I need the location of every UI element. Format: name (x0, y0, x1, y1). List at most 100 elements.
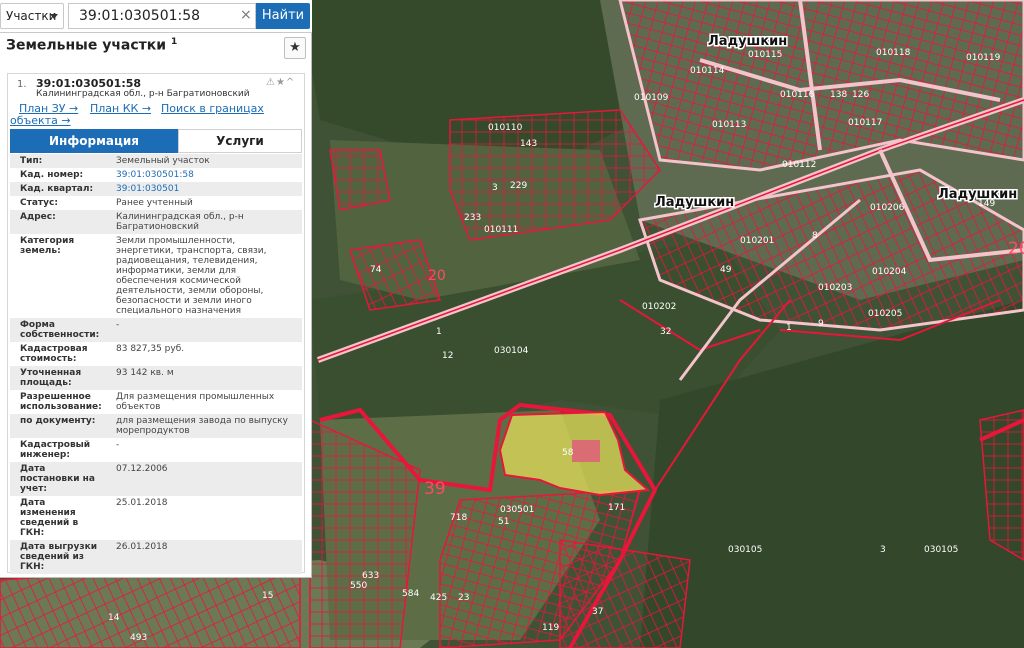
parcel-label: 030105 (728, 545, 762, 555)
parcel-block[interactable] (329, 149, 391, 211)
plan-kk-link[interactable]: План КК → (90, 102, 151, 115)
favorites-button[interactable]: ★ (284, 37, 306, 59)
item-number: 1. (17, 79, 27, 90)
attribute-key: Кадастровый инженер: (20, 440, 112, 460)
parcel-label: 1 (786, 323, 792, 333)
chevron-down-icon (50, 14, 58, 19)
attribute-key: Тип: (20, 156, 112, 166)
attribute-value-line: Земли промышленности, (116, 236, 236, 246)
parcel-label: 718 (450, 513, 467, 523)
attribute-key-line: по документу: (20, 416, 96, 426)
attribute-value-line: 39:01:030501 (116, 184, 180, 194)
attribute-value-link[interactable]: 39:01:030501:58 (116, 170, 300, 180)
attribute-key: Статус: (20, 198, 112, 208)
clear-icon[interactable]: × (240, 8, 252, 22)
attribute-row: по документу: для размещения завода по вы… (10, 414, 302, 438)
parcel-label: 010118 (876, 48, 911, 58)
attribute-value: 26.01.2018 (116, 542, 300, 552)
attribute-value: 25.01.2018 (116, 498, 300, 508)
parcel-label: 171 (608, 503, 625, 513)
results-panel: Земельные участки 1 ★ 1. 39:01:030501:58… (0, 33, 312, 578)
parcel-label: 229 (510, 181, 527, 191)
town-label: Ладушкин (655, 195, 734, 210)
attribute-key-line: Дата выгрузки (20, 542, 98, 552)
attribute-value: Земельный участок (116, 156, 300, 166)
attribute-value: Для размещения промышленных объектов (116, 392, 300, 412)
road-number: 39 (424, 479, 446, 499)
search-bar: Участки 39:01:030501:58 × Найти (0, 0, 312, 33)
attribute-value-line: Калининградская обл., р-н (116, 212, 244, 222)
attribute-key-line: Тип: (20, 156, 43, 166)
attribute-key-line: Форма (20, 320, 55, 330)
attribute-value: - (116, 320, 300, 330)
attribute-value-link[interactable]: 39:01:030501 (116, 184, 300, 194)
attribute-key-line: учет: (20, 484, 47, 494)
attribute-value-line: информатики, земли для (116, 266, 237, 276)
tab-services[interactable]: Услуги (178, 129, 302, 153)
attribute-value-line: Багратионовский (116, 222, 200, 232)
attribute-value: для размещения завода по выпуску морепрод… (116, 416, 300, 436)
search-in-bounds-link[interactable]: Поиск в границах (161, 102, 264, 115)
attribute-key-line: ГКН: (20, 562, 45, 572)
search-type-label: Участки (6, 9, 57, 23)
parcel-label: 010203 (818, 283, 852, 293)
search-input[interactable]: 39:01:030501:58 (68, 3, 256, 29)
parcel-label: 010201 (740, 236, 774, 246)
attribute-value-line: Для размещения промышленных (116, 392, 275, 402)
parcel-label: 010205 (868, 309, 902, 319)
attribute-key: Форма собственности: (20, 320, 112, 340)
parcel-label: 149 (978, 199, 995, 209)
search-in-bounds-link-cont[interactable]: объекта → (10, 114, 71, 127)
parcel-address-subtitle: Калининградская обл., р-н Багратионовски… (36, 89, 250, 99)
parcel-label: 14 (108, 613, 120, 623)
parcel-label: 143 (520, 139, 537, 149)
parcel-label: 010113 (712, 120, 746, 130)
attribute-key-line: использование: (20, 402, 102, 412)
attribute-key: Дата выгрузки сведений из ГКН: (20, 542, 112, 572)
tab-information[interactable]: Информация (10, 129, 178, 153)
attribute-key-line: Кадастровый (20, 440, 91, 450)
parcel-label: 49 (720, 265, 732, 275)
attribute-value-line: для размещения завода по выпуску (116, 416, 288, 426)
attribute-row: Кад. квартал: 39:01:030501 (10, 182, 302, 196)
attribute-key: Категория земель: (20, 236, 112, 256)
attribute-key: Разрешенное использование: (20, 392, 112, 412)
attribute-value-line: - (116, 320, 120, 330)
search-type-select[interactable]: Участки (0, 3, 64, 29)
panel-title: Земельные участки 1 (6, 37, 177, 54)
attribute-value-line: морепродуктов (116, 426, 190, 436)
parcel-label: 010112 (782, 160, 816, 170)
parcel-block[interactable] (618, 0, 1024, 172)
parcel-card: 1. 39:01:030501:58 Калининградская обл.,… (7, 73, 305, 574)
warning-icon[interactable]: ⚠★^ (266, 77, 295, 88)
parcel-label: 119 (542, 623, 559, 633)
attribute-key-line: постановки на (20, 474, 95, 484)
parcel-label: 010117 (848, 118, 882, 128)
attribute-key-line: Разрешенное (20, 392, 91, 402)
attribute-row: Статус: Ранее учтенный (10, 196, 302, 210)
parcel-label: 58 (562, 448, 574, 458)
attribute-key-line: Кадастровая (20, 344, 88, 354)
attribute-key: Кадастровая стоимость: (20, 344, 112, 364)
attribute-value-line: Земельный участок (116, 156, 210, 166)
attribute-key-line: площадь: (20, 378, 72, 388)
attribute-value-line: 25.01.2018 (116, 498, 168, 508)
attribute-key-line: сведений в (20, 518, 79, 528)
star-icon: ★ (289, 40, 301, 55)
parcel-label: 010116 (780, 90, 815, 100)
parcel-label: 010115 (748, 50, 782, 60)
tab-bar: Информация Услуги (10, 129, 302, 153)
attribute-key-line: инженер: (20, 450, 70, 460)
parcel-label: 37 (592, 607, 603, 617)
parcel-label: 32 (660, 327, 671, 337)
parcel-label: 010202 (642, 302, 676, 312)
parcel-label: 233 (464, 213, 481, 223)
parcel-label: 030501 (500, 505, 534, 515)
attribute-key: Дата постановки на учет: (20, 464, 112, 494)
attribute-row: Дата выгрузки сведений из ГКН: 26.01.2018 (10, 540, 302, 574)
parcel-label: 23 (458, 593, 469, 603)
parcel-label: 030104 (494, 346, 529, 356)
parcel-label: 010111 (484, 225, 518, 235)
find-button[interactable]: Найти (256, 3, 310, 29)
attribute-row: Форма собственности: - (10, 318, 302, 342)
